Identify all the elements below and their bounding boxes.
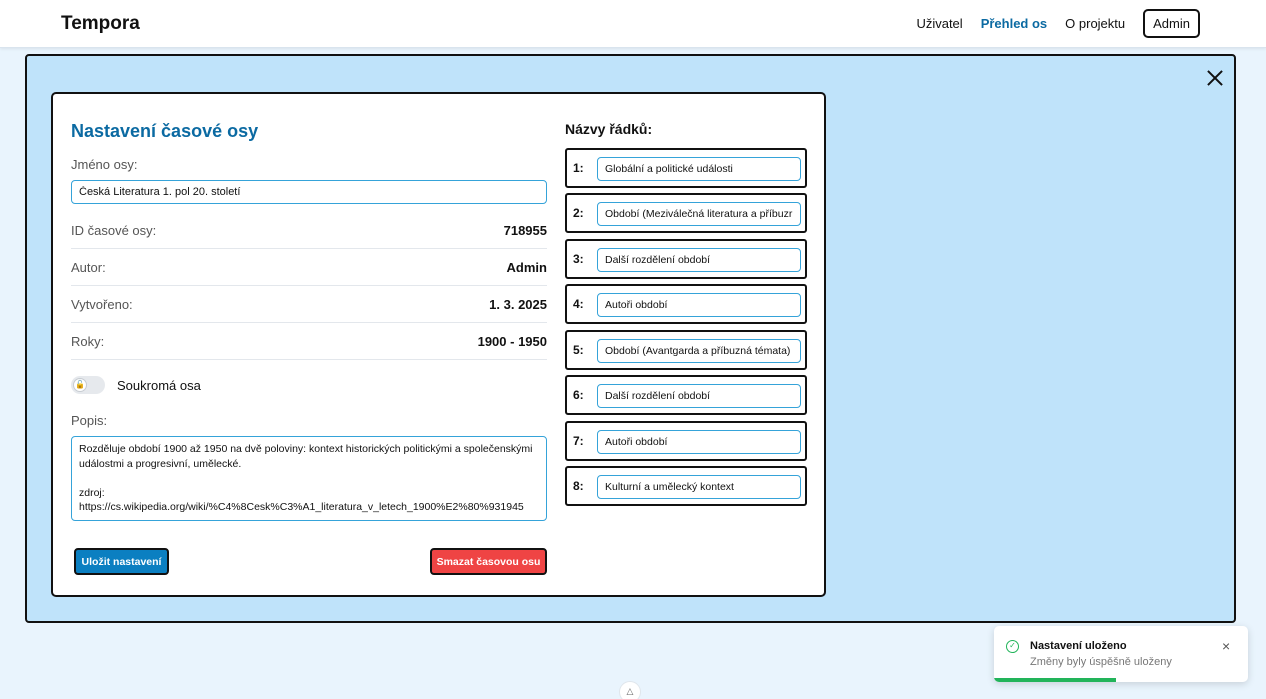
row-name-input[interactable]: [597, 430, 801, 454]
private-toggle[interactable]: 🔓: [71, 376, 105, 394]
row-name-item: 5:: [565, 330, 807, 370]
main-nav: Uživatel Přehled os O projektu Admin: [898, 9, 1200, 38]
private-toggle-label: Soukromá osa: [117, 378, 201, 393]
row-name-input[interactable]: [597, 475, 801, 499]
info-label: Vytvořeno:: [71, 296, 133, 312]
row-name-item: 6:: [565, 375, 807, 415]
info-label: Roky:: [71, 333, 105, 349]
info-value: Admin: [506, 259, 547, 275]
timeline-name-input[interactable]: [71, 180, 547, 204]
row-name-item: 2:: [565, 193, 807, 233]
toast-message: Změny byly úspěšně uloženy: [1030, 656, 1172, 668]
top-navbar: Tempora Uživatel Přehled os O projektu A…: [0, 0, 1266, 48]
row-name-item: 4:: [565, 284, 807, 324]
close-icon[interactable]: [1205, 68, 1225, 88]
row-names-title: Názvy řádků:: [565, 121, 653, 137]
description-label: Popis:: [71, 413, 108, 428]
mountain-icon[interactable]: △: [619, 681, 641, 699]
info-value: 1. 3. 2025: [489, 296, 547, 312]
row-number: 8:: [573, 479, 584, 493]
nav-user[interactable]: Uživatel: [916, 16, 962, 31]
info-row-id: ID časové osy: 718955: [71, 212, 547, 249]
nav-admin-button[interactable]: Admin: [1143, 9, 1200, 38]
row-number: 6:: [573, 388, 584, 402]
nav-overview[interactable]: Přehled os: [981, 16, 1047, 31]
row-number: 3:: [573, 252, 584, 266]
row-name-item: 3:: [565, 239, 807, 279]
row-name-item: 1:: [565, 148, 807, 188]
info-label: ID časové osy:: [71, 222, 157, 238]
toast-close-icon[interactable]: ×: [1222, 638, 1230, 654]
row-number: 7:: [573, 434, 584, 448]
row-name-input[interactable]: [597, 248, 801, 272]
row-name-item: 8:: [565, 466, 807, 506]
row-name-input[interactable]: [597, 202, 801, 226]
info-label: Autor:: [71, 259, 106, 275]
check-circle-icon: ✓: [1006, 640, 1019, 653]
row-number: 2:: [573, 206, 584, 220]
lock-open-icon: 🔓: [73, 378, 87, 392]
success-toast: ✓ Nastavení uloženo Změny byly úspěšně u…: [994, 626, 1248, 682]
row-number: 4:: [573, 297, 584, 311]
toast-progress-bar: [994, 678, 1116, 682]
info-row-years: Roky: 1900 - 1950: [71, 323, 547, 360]
nav-about[interactable]: O projektu: [1065, 16, 1125, 31]
row-name-input[interactable]: [597, 384, 801, 408]
row-number: 5:: [573, 343, 584, 357]
row-name-input[interactable]: [597, 157, 801, 181]
toast-title: Nastavení uloženo: [1030, 640, 1127, 652]
delete-timeline-button[interactable]: Smazat časovou osu: [430, 548, 547, 575]
info-row-created: Vytvořeno: 1. 3. 2025: [71, 286, 547, 323]
row-number: 1:: [573, 161, 584, 175]
brand-logo[interactable]: Tempora: [61, 13, 140, 35]
row-name-item: 7:: [565, 421, 807, 461]
row-name-input[interactable]: [597, 293, 801, 317]
info-value: 718955: [503, 222, 547, 238]
save-settings-button[interactable]: Uložit nastavení: [74, 548, 169, 575]
description-textarea[interactable]: Rozděluje období 1900 až 1950 na dvě pol…: [71, 436, 547, 521]
info-value: 1900 - 1950: [477, 333, 547, 349]
timeline-settings-dialog: Nastavení časové osy Jméno osy: ID časov…: [51, 92, 826, 597]
info-row-author: Autor: Admin: [71, 249, 547, 286]
name-label: Jméno osy:: [71, 157, 138, 172]
dialog-title: Nastavení časové osy: [71, 121, 259, 141]
row-name-input[interactable]: [597, 339, 801, 363]
